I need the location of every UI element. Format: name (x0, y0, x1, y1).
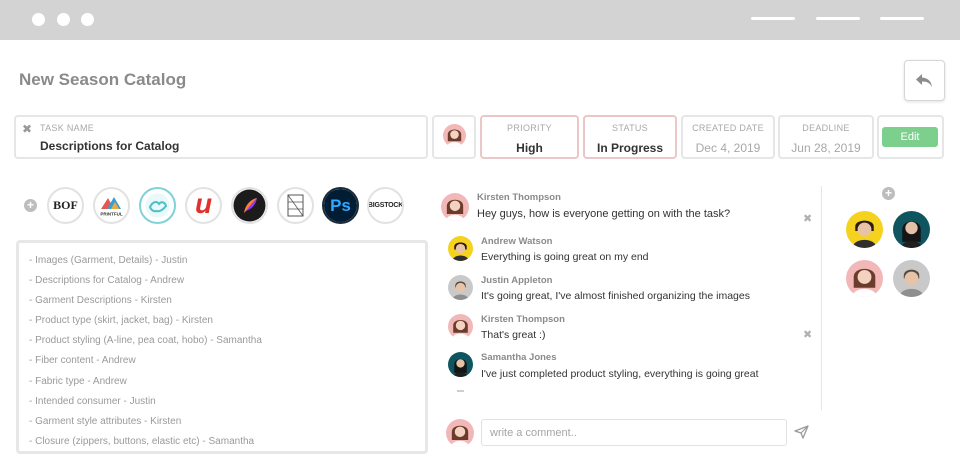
comment-author: Kirsten Thompson (481, 314, 565, 325)
status-value: In Progress (596, 141, 664, 155)
tool-bigstock[interactable]: BIGSTOCK (367, 187, 404, 224)
note-item: - Product styling (A-line, pea coat, hob… (29, 335, 262, 347)
comment-text: Everything is going great on my end (481, 251, 649, 263)
bof-logo: BOF (53, 198, 78, 212)
comment-author: Samantha Jones (481, 352, 557, 363)
created-date-label: CREATED DATE (692, 123, 764, 133)
comment-author: Andrew Watson (481, 236, 553, 247)
task-name-label: TASK NAME (40, 123, 95, 133)
undo-button[interactable] (904, 60, 945, 101)
status-field[interactable]: STATUS In Progress (583, 115, 677, 159)
comment-avatar (441, 193, 469, 221)
tool-procreate[interactable] (231, 187, 268, 224)
scroll-hint (457, 390, 464, 392)
delete-comment-icon[interactable]: ✖ (803, 212, 812, 225)
comment-author: Kirsten Thompson (477, 192, 561, 203)
created-date-field[interactable]: CREATED DATE Dec 4, 2019 (681, 115, 775, 159)
handshake-icon (145, 193, 170, 218)
bigstock-logo: BIGSTOCK (367, 202, 404, 209)
procreate-icon (233, 189, 266, 222)
add-member-icon[interactable]: + (882, 187, 895, 200)
member-avatar[interactable] (893, 211, 930, 248)
priority-field[interactable]: PRIORITY High (480, 115, 579, 159)
note-item: - Descriptions for Catalog - Andrew (29, 275, 185, 287)
undo-icon (915, 73, 932, 87)
note-item: - Images (Garment, Details) - Justin (29, 255, 188, 266)
comment-text: I've just completed product styling, eve… (481, 368, 759, 380)
assignee-card[interactable] (432, 115, 476, 159)
member-avatar[interactable] (846, 211, 883, 248)
comment-input[interactable] (481, 419, 787, 446)
page-title: New Season Catalog (19, 70, 187, 89)
add-tool-icon[interactable]: + (24, 199, 37, 212)
tool-grid-sketch[interactable] (277, 187, 314, 224)
note-item: - Closure (zippers, buttons, elastic etc… (29, 435, 255, 447)
priority-label: PRIORITY (507, 123, 552, 133)
window-titlebar (0, 0, 960, 40)
note-item: - Product type (skirt, jacket, bag) - Ki… (29, 315, 213, 327)
task-name-field[interactable]: ✖ TASK NAME Descriptions for Catalog (14, 115, 428, 159)
comment-avatar (448, 275, 473, 300)
comment-avatar (448, 236, 473, 261)
panel-divider (821, 186, 822, 410)
window-dot-maximize[interactable] (81, 13, 94, 26)
notes-panel[interactable]: - Images (Garment, Details) - Justin - D… (16, 240, 428, 454)
comment-text: It's going great, I've almost finished o… (481, 290, 750, 302)
deadline-value: Jun 28, 2019 (791, 141, 861, 155)
comment-avatar (448, 352, 473, 377)
deadline-field[interactable]: DEADLINE Jun 28, 2019 (778, 115, 874, 159)
grid-sketch-icon (287, 194, 304, 217)
menu-line-icon[interactable] (751, 17, 795, 20)
tool-handshake[interactable] (139, 187, 176, 224)
member-avatar[interactable] (846, 260, 883, 297)
comment-text: Hey guys, how is everyone getting on wit… (477, 208, 731, 220)
send-button[interactable] (794, 425, 809, 444)
comment-text: That's great :) (481, 329, 546, 341)
udemy-logo: u (194, 187, 213, 219)
tool-photoshop[interactable]: Ps (322, 187, 359, 224)
printful-mountain-icon: PRINTFUL (100, 197, 123, 217)
window-dot-minimize[interactable] (57, 13, 70, 26)
tool-udemy[interactable]: u (185, 187, 222, 224)
priority-value: High (516, 141, 543, 155)
menu-line-icon[interactable] (880, 17, 924, 20)
tool-printful[interactable]: PRINTFUL (93, 187, 130, 224)
member-avatar[interactable] (893, 260, 930, 297)
photoshop-logo: Ps (330, 195, 351, 215)
task-name-value: Descriptions for Catalog (40, 139, 180, 153)
note-item: - Fiber content - Andrew (29, 355, 136, 367)
window-dot-close[interactable] (32, 13, 45, 26)
assignee-avatar (443, 124, 466, 147)
note-item: - Garment style attributes - Kirsten (29, 415, 182, 427)
note-item: - Intended consumer - Justin (29, 395, 156, 407)
created-date-value: Dec 4, 2019 (695, 141, 761, 155)
comment-author: Justin Appleton (481, 275, 553, 286)
printful-label: PRINTFUL (100, 212, 122, 217)
status-label: STATUS (612, 123, 648, 133)
tool-bof[interactable]: BOF (47, 187, 84, 224)
menu-line-icon[interactable] (816, 17, 860, 20)
current-user-avatar (446, 419, 474, 447)
edit-button[interactable]: Edit (882, 127, 938, 147)
deadline-label: DEADLINE (802, 123, 850, 133)
send-icon (794, 425, 809, 439)
note-item: - Garment Descriptions - Kirsten (29, 295, 172, 307)
clear-icon[interactable]: ✖ (22, 122, 32, 136)
comment-avatar (448, 314, 473, 339)
note-item: - Fabric type - Andrew (29, 375, 127, 387)
delete-comment-icon[interactable]: ✖ (803, 328, 812, 341)
